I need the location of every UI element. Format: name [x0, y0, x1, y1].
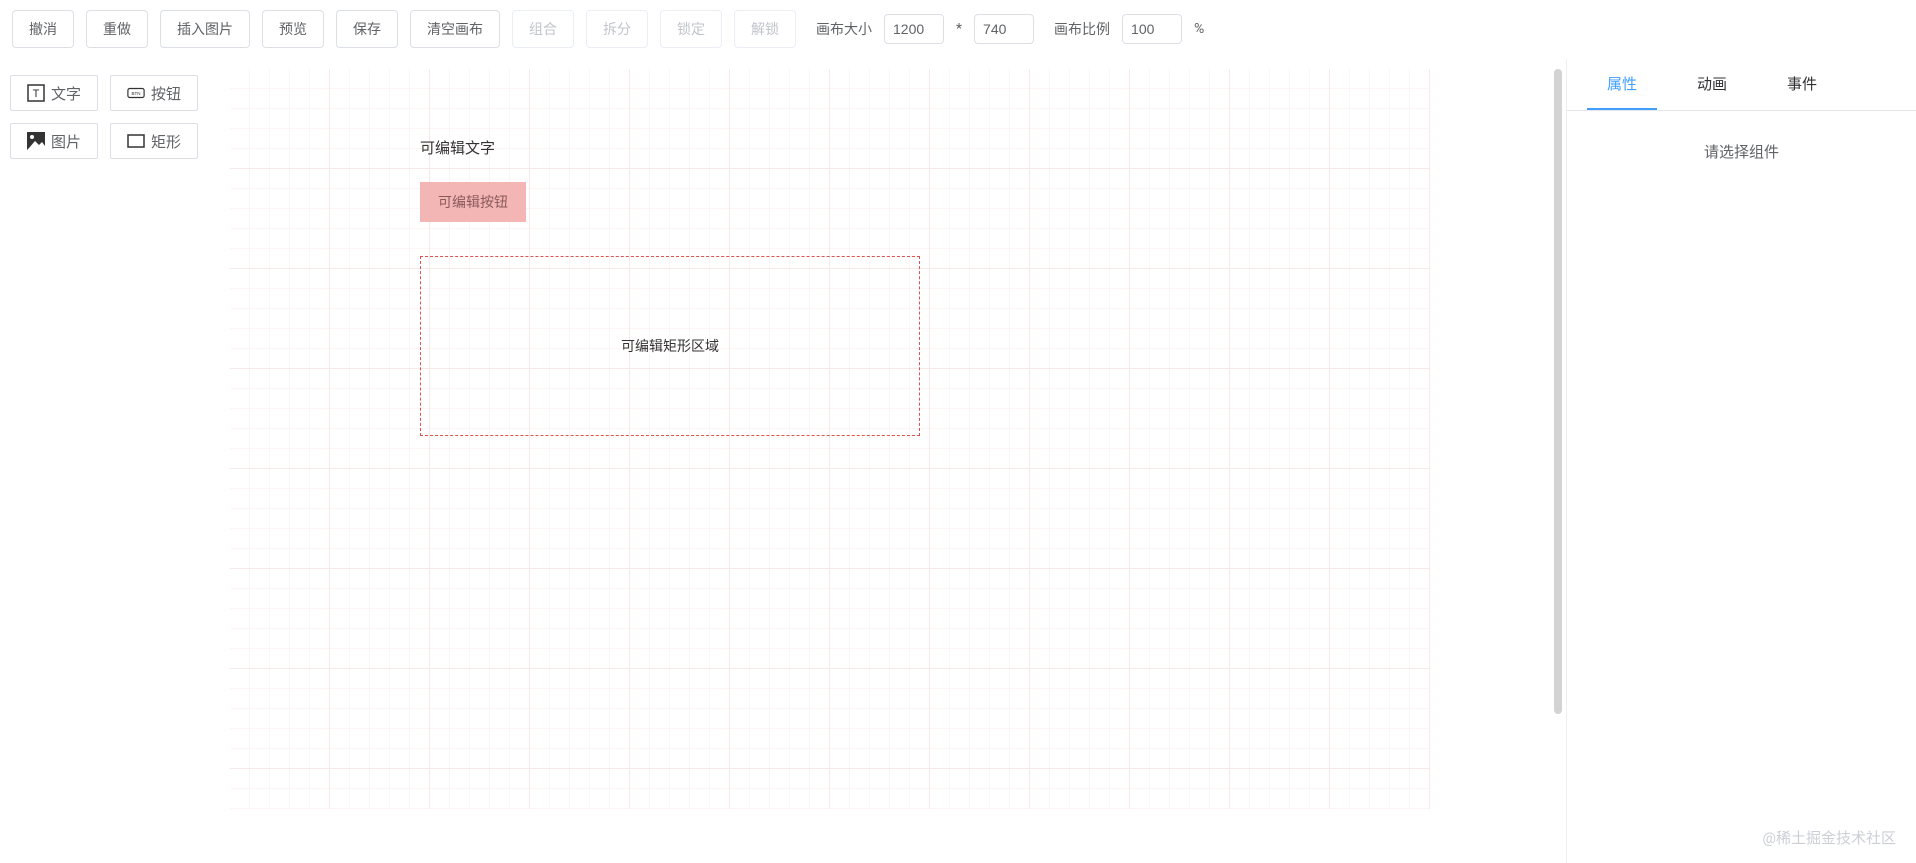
canvas-scale-label: 画布比例: [1054, 19, 1110, 39]
rect-icon: [127, 132, 145, 150]
save-button[interactable]: 保存: [336, 10, 398, 48]
image-icon: [27, 132, 45, 150]
canvas-scale-unit: %: [1194, 21, 1204, 37]
tab-animation[interactable]: 动画: [1677, 59, 1747, 110]
ungroup-button[interactable]: 拆分: [586, 10, 648, 48]
preview-button[interactable]: 预览: [262, 10, 324, 48]
unlock-button[interactable]: 解锁: [734, 10, 796, 48]
clear-canvas-button[interactable]: 清空画布: [410, 10, 500, 48]
text-icon: T: [27, 84, 45, 102]
canvas-wrapper: 可编辑文字 可编辑按钮 可编辑矩形区域: [210, 59, 1566, 863]
canvas-button-component[interactable]: 可编辑按钮: [420, 182, 526, 222]
canvas-size-separator: *: [956, 21, 962, 37]
button-icon: BTN: [127, 84, 145, 102]
toolbar: 撤消 重做 插入图片 预览 保存 清空画布 组合 拆分 锁定 解锁 画布大小 *…: [0, 0, 1916, 59]
canvas-rect-component[interactable]: 可编辑矩形区域: [420, 256, 920, 436]
main-layout: T 文字 BTN 按钮 图片 矩形 可编辑文字 可编辑按钮: [0, 59, 1916, 863]
palette-button-label: 按钮: [151, 83, 181, 104]
scrollbar-thumb[interactable]: [1554, 69, 1562, 714]
palette-rect[interactable]: 矩形: [110, 123, 198, 159]
canvas[interactable]: 可编辑文字 可编辑按钮 可编辑矩形区域: [230, 69, 1430, 809]
tab-properties[interactable]: 属性: [1587, 59, 1657, 110]
canvas-size-label: 画布大小: [816, 19, 872, 39]
watermark: @稀土掘金技术社区: [1763, 827, 1896, 848]
palette-text[interactable]: T 文字: [10, 75, 98, 111]
palette-rect-label: 矩形: [151, 131, 181, 152]
insert-image-button[interactable]: 插入图片: [160, 10, 250, 48]
scrollbar-vertical[interactable]: [1554, 69, 1562, 729]
palette-image-label: 图片: [51, 131, 81, 152]
sidebar-placeholder: 请选择组件: [1567, 111, 1916, 192]
canvas-height-input[interactable]: [974, 14, 1034, 44]
undo-button[interactable]: 撤消: [12, 10, 74, 48]
right-sidebar: 属性 动画 事件 请选择组件: [1566, 59, 1916, 863]
component-palette: T 文字 BTN 按钮 图片 矩形: [0, 59, 210, 863]
canvas-scale-input[interactable]: [1122, 14, 1182, 44]
canvas-text-component[interactable]: 可编辑文字: [420, 137, 495, 158]
canvas-width-input[interactable]: [884, 14, 944, 44]
canvas-rect-label: 可编辑矩形区域: [621, 336, 719, 356]
svg-text:T: T: [33, 88, 40, 100]
lock-button[interactable]: 锁定: [660, 10, 722, 48]
tab-events[interactable]: 事件: [1767, 59, 1837, 110]
redo-button[interactable]: 重做: [86, 10, 148, 48]
palette-button[interactable]: BTN 按钮: [110, 75, 198, 111]
svg-text:BTN: BTN: [131, 91, 140, 96]
palette-text-label: 文字: [51, 83, 81, 104]
group-button[interactable]: 组合: [512, 10, 574, 48]
sidebar-tabs: 属性 动画 事件: [1567, 59, 1916, 111]
palette-image[interactable]: 图片: [10, 123, 98, 159]
